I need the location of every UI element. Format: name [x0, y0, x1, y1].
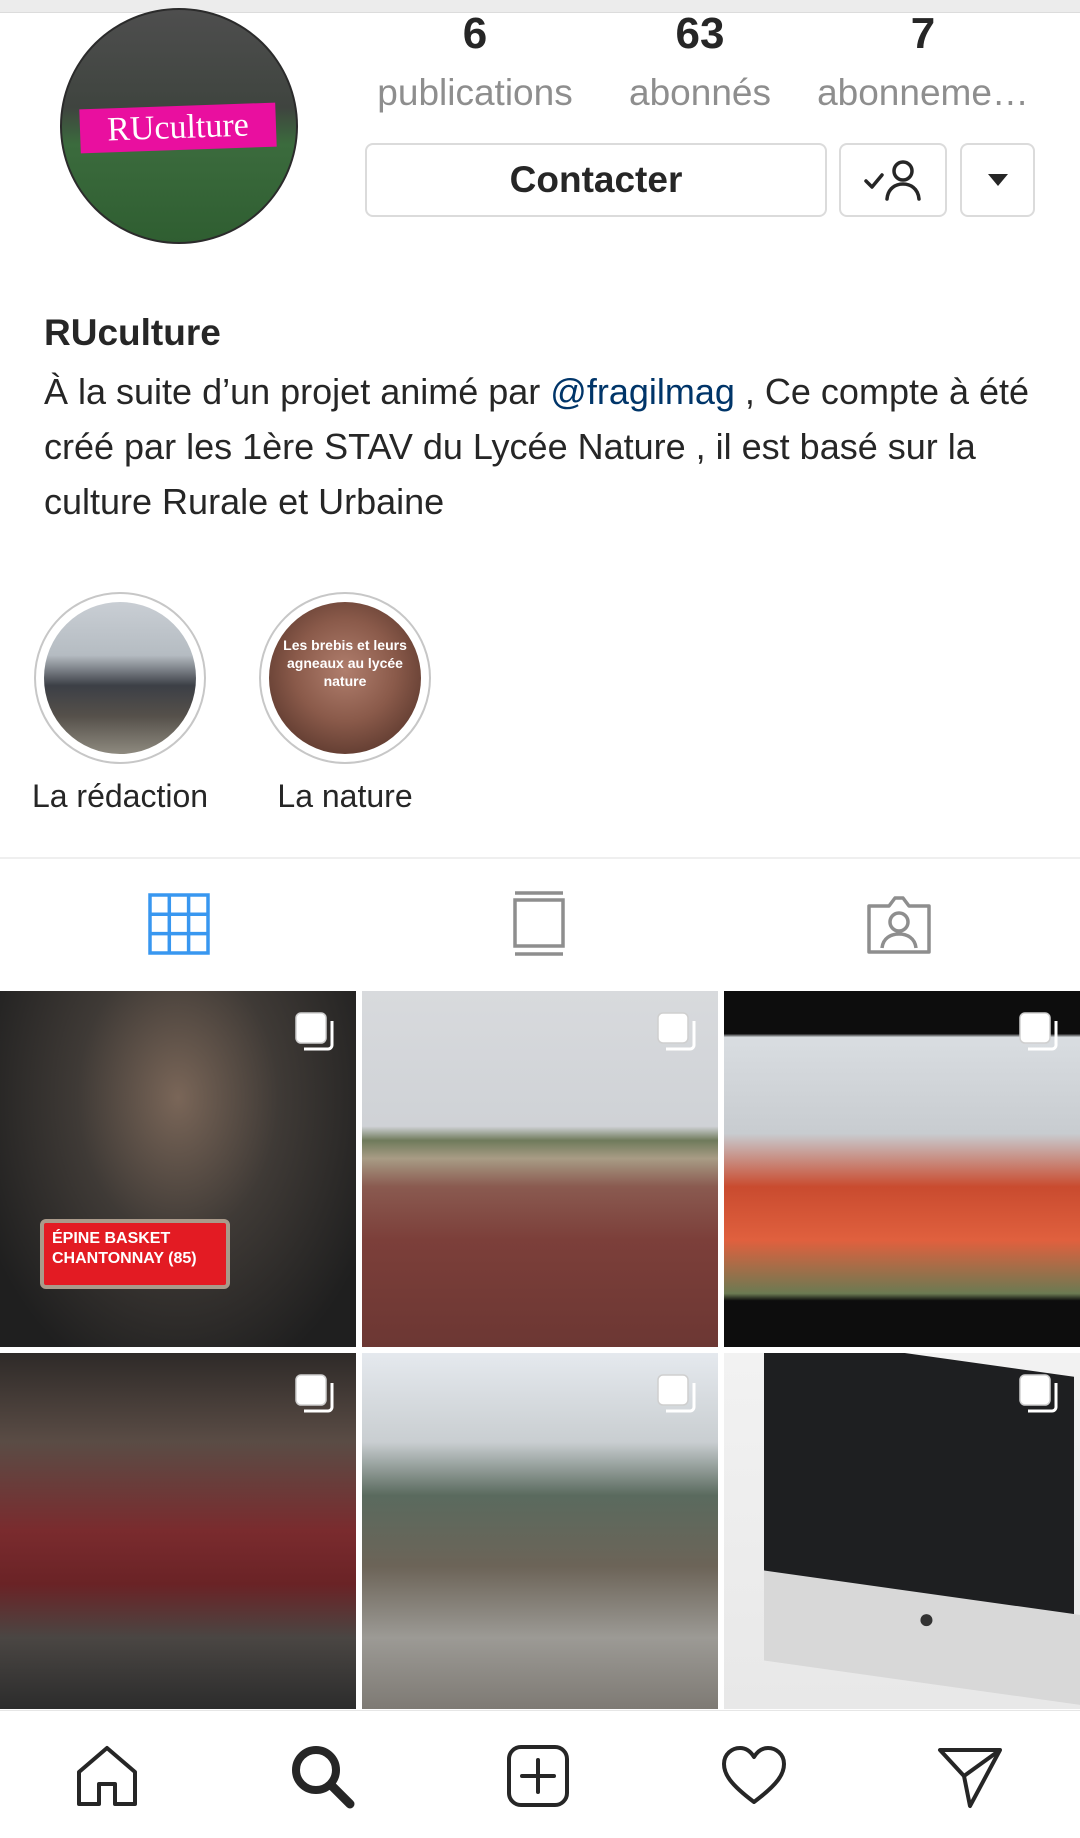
- stat-publications-count: 6: [462, 9, 488, 58]
- avatar-banner: RUculture: [79, 102, 277, 154]
- highlight-label: La rédaction: [31, 778, 209, 814]
- profile-username: RUculture: [44, 312, 221, 353]
- highlight-la-redaction[interactable]: La rédaction: [20, 592, 220, 815]
- stat-followers[interactable]: 63 abonnés: [610, 8, 790, 116]
- bio-prefix: À la suite d’un projet animé par: [44, 371, 551, 412]
- highlight-cover-image: Les brebis et leurs agneaux au lycée nat…: [269, 602, 421, 754]
- nav-activity[interactable]: [719, 1741, 789, 1811]
- post-thumbnail[interactable]: [362, 1353, 718, 1709]
- profile-bio: À la suite d’un projet animé par @fragil…: [44, 364, 1044, 529]
- multiple-posts-icon: [657, 1012, 696, 1051]
- highlight-label: La nature: [277, 778, 413, 814]
- multiple-posts-icon: [1019, 1012, 1058, 1051]
- highlight-ring: Les brebis et leurs agneaux au lycée nat…: [259, 592, 431, 764]
- post-thumbnail[interactable]: ÉPINE BASKET CHANTONNAY (85): [0, 991, 356, 1347]
- activity-heart-icon: [722, 1746, 786, 1804]
- post-badge-text: ÉPINE BASKET CHANTONNAY (85): [40, 1219, 230, 1289]
- stat-publications-label: publications: [377, 72, 573, 113]
- tabs-divider: [0, 857, 1080, 859]
- new-post-icon: [507, 1745, 569, 1807]
- tab-feed[interactable]: [503, 888, 575, 960]
- contact-button[interactable]: Contacter: [365, 143, 827, 217]
- nav-new-post[interactable]: [503, 1741, 573, 1811]
- home-icon: [77, 1746, 137, 1806]
- stat-following-count: 7: [910, 9, 936, 58]
- grid-icon: [148, 893, 210, 955]
- multiple-posts-icon: [295, 1374, 334, 1413]
- search-icon: [292, 1746, 355, 1809]
- highlight-cover-image: [44, 602, 196, 754]
- profile-avatar[interactable]: RUculture: [60, 8, 298, 244]
- contact-button-label: Contacter: [509, 159, 683, 200]
- dropdown-triangle-icon: [987, 174, 1008, 186]
- more-options-button[interactable]: [960, 143, 1035, 217]
- stat-following[interactable]: 7 abonneme…: [808, 8, 1038, 116]
- stat-followers-label: abonnés: [629, 72, 771, 113]
- apple-logo-icon: ●: [918, 1603, 935, 1634]
- multiple-posts-icon: [295, 1012, 334, 1051]
- tab-grid[interactable]: [143, 888, 215, 960]
- multiple-posts-icon: [657, 1374, 696, 1413]
- following-button[interactable]: [839, 143, 947, 217]
- highlight-la-nature[interactable]: Les brebis et leurs agneaux au lycée nat…: [245, 592, 445, 815]
- nav-search[interactable]: [287, 1741, 357, 1811]
- stat-followers-count: 63: [675, 9, 725, 58]
- highlight-overlay-text: Les brebis et leurs agneaux au lycée nat…: [283, 637, 407, 689]
- post-thumbnail[interactable]: [362, 991, 718, 1347]
- avatar-text: RUculture: [106, 106, 250, 149]
- nav-direct[interactable]: [935, 1741, 1005, 1811]
- post-thumbnail[interactable]: ●: [724, 1353, 1080, 1709]
- bio-mention-link[interactable]: @fragilmag: [550, 371, 735, 412]
- feed-icon: [513, 891, 565, 956]
- stat-following-label: abonneme…: [817, 72, 1029, 113]
- tagged-icon: [867, 896, 931, 954]
- post-thumbnail[interactable]: [0, 1353, 356, 1709]
- highlight-ring: [34, 592, 206, 764]
- tab-tagged[interactable]: [863, 888, 935, 960]
- nav-home[interactable]: [72, 1741, 142, 1811]
- multiple-posts-icon: [1019, 1374, 1058, 1413]
- following-user-icon: [864, 160, 921, 201]
- bottom-navigation: [0, 1710, 1080, 1838]
- post-thumbnail[interactable]: [724, 991, 1080, 1347]
- direct-message-icon: [938, 1748, 1002, 1808]
- stat-publications[interactable]: 6 publications: [360, 8, 590, 116]
